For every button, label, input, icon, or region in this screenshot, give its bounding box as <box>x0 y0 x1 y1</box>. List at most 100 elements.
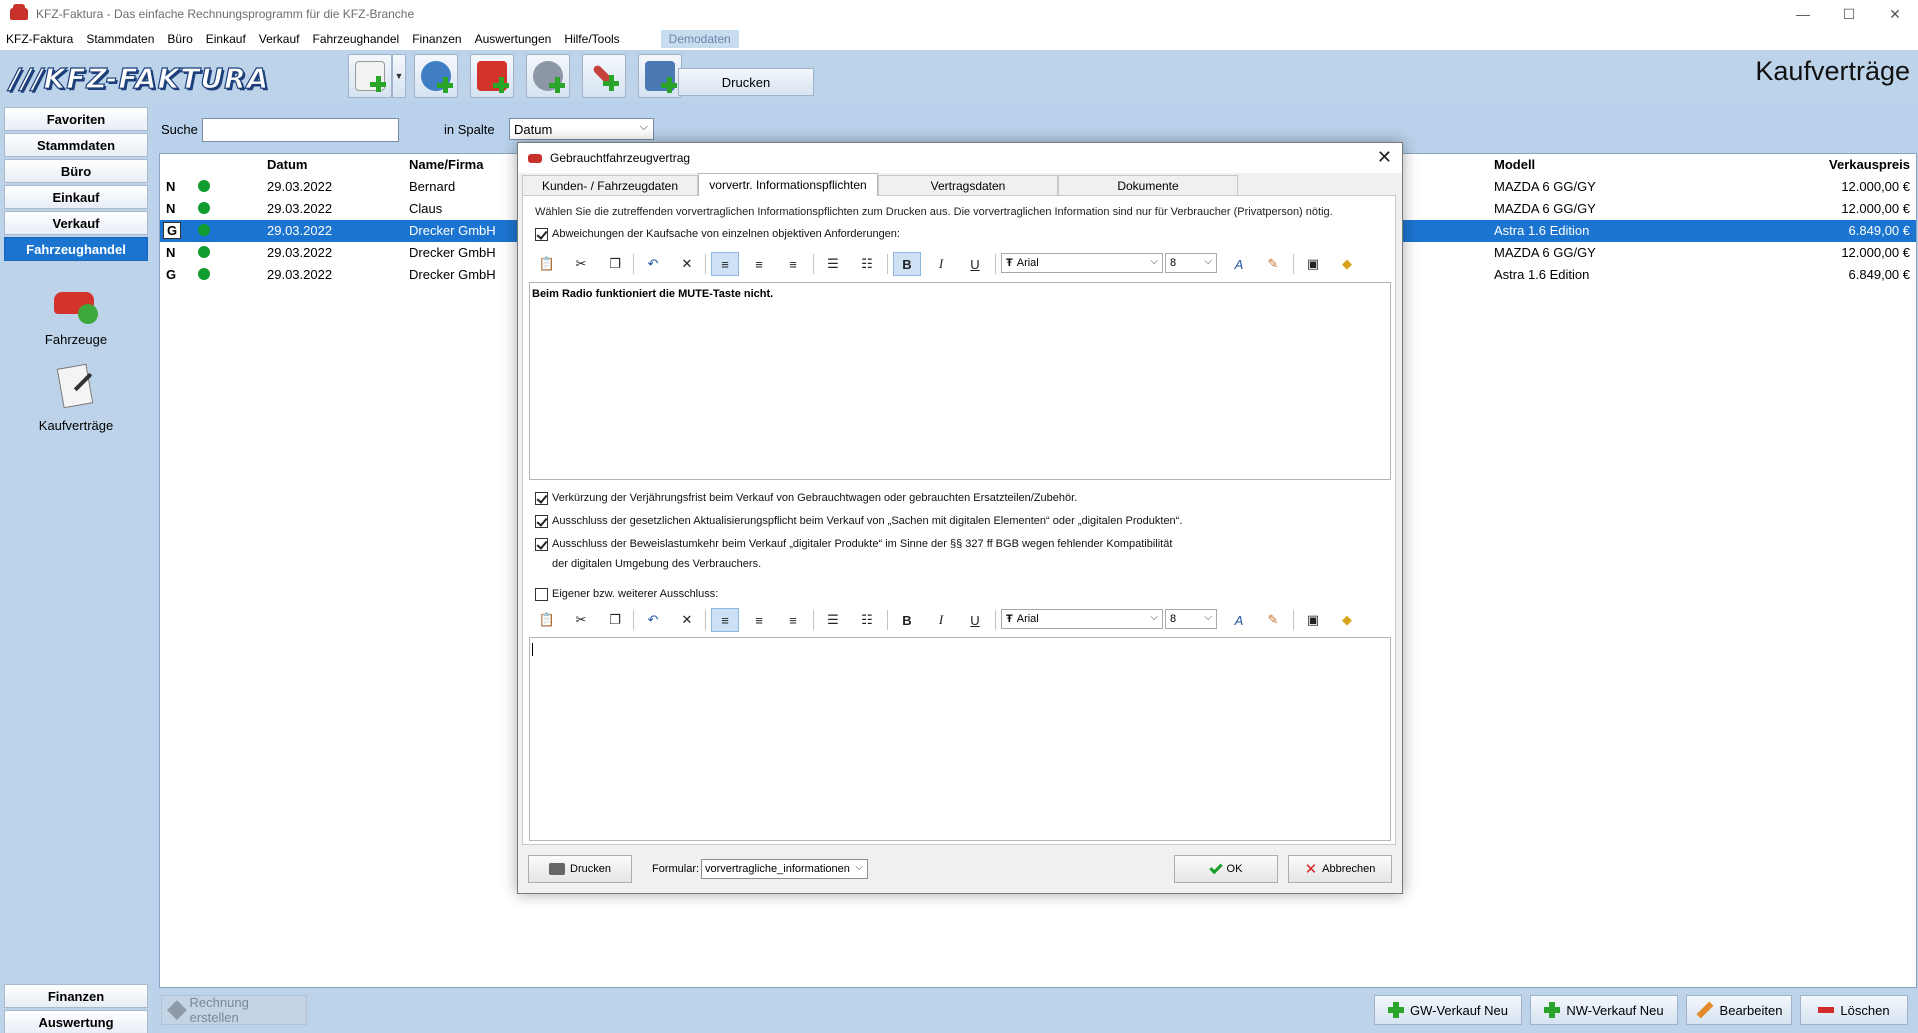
deviations-checkbox[interactable] <box>535 228 548 241</box>
menu-einkauf[interactable]: Einkauf <box>206 32 246 46</box>
tab-customer-vehicle[interactable]: Kunden- / Fahrzeugdaten <box>522 175 698 195</box>
font-color-icon[interactable]: A <box>1225 608 1253 632</box>
new-document-button[interactable] <box>348 54 392 98</box>
bold-icon[interactable]: B <box>893 252 921 276</box>
italic-icon[interactable]: I <box>927 608 955 632</box>
font-family-select[interactable]: Ŧ Arial ⌵ <box>1001 609 1163 629</box>
header-name[interactable]: Name/Firma <box>409 157 483 172</box>
numbered-list-icon[interactable]: ☷ <box>853 252 881 276</box>
undo-icon[interactable]: ↶ <box>639 252 667 276</box>
menu-hilfe-tools[interactable]: Hilfe/Tools <box>564 32 619 46</box>
sidebar-item-favoriten[interactable]: Favoriten <box>4 107 148 131</box>
sidebar-item-auswertung[interactable]: Auswertung <box>4 1010 148 1033</box>
clear-icon[interactable]: ✕ <box>673 252 701 276</box>
menu-kfz-faktura[interactable]: KFZ-Faktura <box>6 32 73 46</box>
menu-auswertungen[interactable]: Auswertungen <box>475 32 552 46</box>
align-left-icon[interactable]: ≡ <box>711 608 739 632</box>
menu-verkauf[interactable]: Verkauf <box>259 32 300 46</box>
cancel-button[interactable]: ✕ Abbrechen <box>1288 855 1392 883</box>
table-insert-icon[interactable]: ◆ <box>1333 608 1361 632</box>
form-select[interactable]: vorvertragliche_informationen ⌵ <box>701 859 868 879</box>
own-exclusion-checkbox[interactable] <box>535 588 548 601</box>
font-color-icon[interactable]: A <box>1225 252 1253 276</box>
new-customer-button[interactable] <box>414 54 458 98</box>
close-button[interactable]: ✕ <box>1872 0 1918 28</box>
image-icon[interactable]: ▣ <box>1299 608 1327 632</box>
deviations-checkbox-row[interactable]: Abweichungen der Kaufsache von einzelnen… <box>535 228 900 241</box>
undo-icon[interactable]: ↶ <box>639 608 667 632</box>
align-right-icon[interactable]: ≡ <box>779 608 807 632</box>
sidebar-item-einkauf[interactable]: Einkauf <box>4 185 148 209</box>
menu-buero[interactable]: Büro <box>167 32 192 46</box>
align-left-icon[interactable]: ≡ <box>711 252 739 276</box>
dialog-print-button[interactable]: Drucken <box>528 855 632 883</box>
column-select[interactable]: Datum ⌵ <box>509 118 654 140</box>
sidebar-vehicles[interactable]: Fahrzeuge <box>4 278 148 347</box>
font-family-select[interactable]: Ŧ Arial ⌵ <box>1001 253 1163 273</box>
menu-stammdaten[interactable]: Stammdaten <box>86 32 154 46</box>
highlight-icon[interactable]: ✎ <box>1259 252 1287 276</box>
maximize-button[interactable]: ☐ <box>1826 0 1872 28</box>
search-input[interactable] <box>202 118 399 142</box>
print-button[interactable]: Drucken <box>678 68 814 96</box>
deviations-editor[interactable]: Beim Radio funktioniert die MUTE-Taste n… <box>529 282 1391 480</box>
menu-finanzen[interactable]: Finanzen <box>412 32 461 46</box>
new-truck-button[interactable] <box>638 54 682 98</box>
sidebar-item-fahrzeughandel[interactable]: Fahrzeughandel <box>4 237 148 261</box>
underline-icon[interactable]: U <box>961 608 989 632</box>
underline-icon[interactable]: U <box>961 252 989 276</box>
sidebar-contracts[interactable]: Kaufverträge <box>4 363 148 433</box>
copy-icon[interactable]: ❐ <box>601 252 629 276</box>
numbered-list-icon[interactable]: ☷ <box>853 608 881 632</box>
align-center-icon[interactable]: ≡ <box>745 252 773 276</box>
align-center-icon[interactable]: ≡ <box>745 608 773 632</box>
image-icon[interactable]: ▣ <box>1299 252 1327 276</box>
sidebar-item-verkauf[interactable]: Verkauf <box>4 211 148 235</box>
new-document-dropdown[interactable]: ▼ <box>392 54 406 98</box>
minimize-button[interactable]: — <box>1780 0 1826 28</box>
ok-button[interactable]: OK <box>1174 855 1278 883</box>
font-size-select[interactable]: 8 ⌵ <box>1165 253 1217 273</box>
italic-icon[interactable]: I <box>927 252 955 276</box>
check-row-3[interactable]: Ausschluss der Beweislastumkehr beim Ver… <box>535 538 1172 551</box>
header-date[interactable]: Datum <box>267 157 307 172</box>
nw-sale-new-button[interactable]: NW-Verkauf Neu <box>1530 995 1678 1025</box>
dialog-close-icon[interactable]: ✕ <box>1377 147 1392 168</box>
bullet-list-icon[interactable]: ☰ <box>819 608 847 632</box>
tab-documents[interactable]: Dokumente <box>1058 175 1238 195</box>
table-insert-icon[interactable]: ◆ <box>1333 252 1361 276</box>
delete-button[interactable]: Löschen <box>1800 995 1908 1025</box>
sidebar-item-finanzen[interactable]: Finanzen <box>4 984 148 1008</box>
paste-icon[interactable]: 📋 <box>533 608 561 632</box>
create-invoice-button[interactable]: Rechnung erstellen <box>161 995 307 1025</box>
edit-button[interactable]: Bearbeiten <box>1686 995 1792 1025</box>
own-exclusion-editor[interactable] <box>529 637 1391 841</box>
check-row-1[interactable]: Verkürzung der Verjährungsfrist beim Ver… <box>535 492 1077 505</box>
copy-icon[interactable]: ❐ <box>601 608 629 632</box>
check-row-2[interactable]: Ausschluss der gesetzlichen Aktualisieru… <box>535 515 1182 528</box>
align-right-icon[interactable]: ≡ <box>779 252 807 276</box>
tab-precontract-info[interactable]: vorvertr. Informationspflichten <box>698 173 878 196</box>
burden-of-proof-checkbox[interactable] <box>535 538 548 551</box>
new-vehicle-button[interactable] <box>470 54 514 98</box>
header-model[interactable]: Modell <box>1494 157 1535 172</box>
bold-icon[interactable]: B <box>893 608 921 632</box>
header-price[interactable]: Verkauspreis <box>1829 157 1910 172</box>
paste-icon[interactable]: 📋 <box>533 252 561 276</box>
clear-icon[interactable]: ✕ <box>673 608 701 632</box>
sidebar-item-buero[interactable]: Büro <box>4 159 148 183</box>
font-size-select[interactable]: 8 ⌵ <box>1165 609 1217 629</box>
highlight-icon[interactable]: ✎ <box>1259 608 1287 632</box>
tab-contract-data[interactable]: Vertragsdaten <box>878 175 1058 195</box>
menu-fahrzeughandel[interactable]: Fahrzeughandel <box>312 32 399 46</box>
new-part-button[interactable] <box>526 54 570 98</box>
gw-sale-new-button[interactable]: GW-Verkauf Neu <box>1374 995 1522 1025</box>
update-exclusion-checkbox[interactable] <box>535 515 548 528</box>
bullet-list-icon[interactable]: ☰ <box>819 252 847 276</box>
sidebar-item-stammdaten[interactable]: Stammdaten <box>4 133 148 157</box>
cut-icon[interactable]: ✂ <box>567 252 595 276</box>
limitation-checkbox[interactable] <box>535 492 548 505</box>
cut-icon[interactable]: ✂ <box>567 608 595 632</box>
own-exclusion-checkbox-row[interactable]: Eigener bzw. weiterer Ausschluss: <box>535 588 718 601</box>
new-service-button[interactable] <box>582 54 626 98</box>
